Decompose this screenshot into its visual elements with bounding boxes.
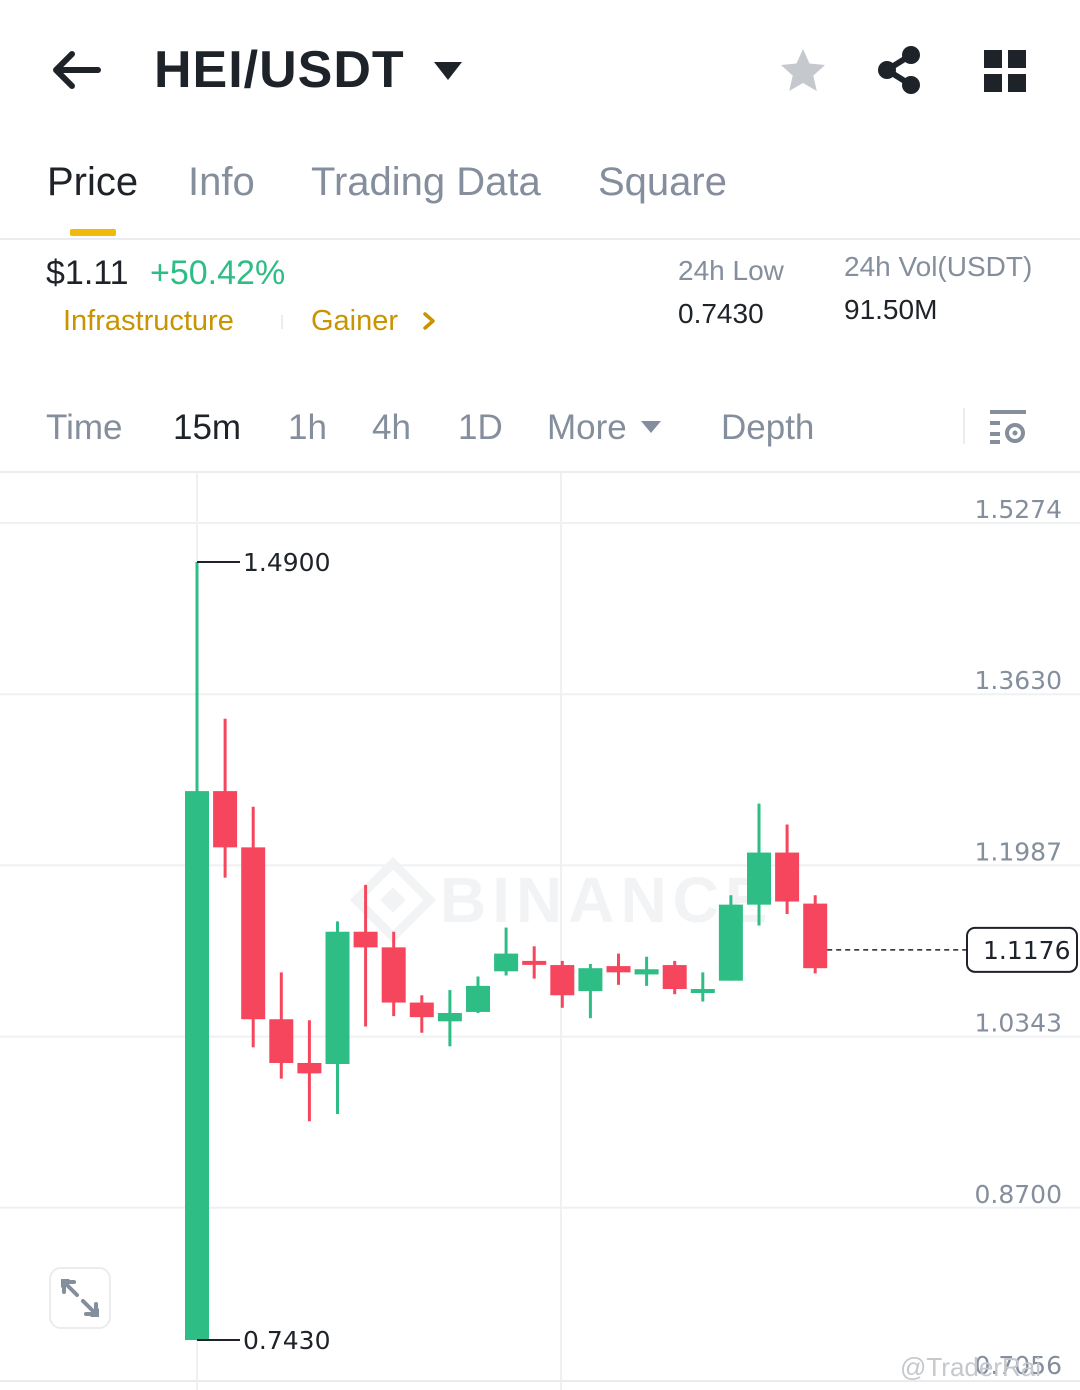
candle — [466, 976, 490, 1013]
binance-logo-icon — [349, 856, 437, 944]
y-tick-label: 1.5274 — [975, 495, 1062, 524]
candle — [550, 960, 575, 1008]
candle-body — [747, 852, 771, 905]
candle-body — [269, 1019, 294, 1063]
candle — [718, 895, 743, 981]
low-marker-label: 0.7430 — [243, 1326, 330, 1355]
candle-body — [381, 947, 406, 1003]
candle — [803, 895, 828, 974]
candle-body — [494, 953, 519, 972]
y-tick-label: 1.1987 — [975, 837, 1062, 866]
candle-body — [606, 966, 631, 973]
candle — [297, 1020, 322, 1122]
candle — [325, 921, 350, 1115]
candle-body — [690, 989, 715, 994]
candle — [437, 990, 462, 1047]
current-price-line: 1.1176 — [827, 926, 1078, 973]
candle-body — [775, 852, 800, 902]
candle-body — [353, 931, 378, 948]
candle — [185, 561, 209, 1341]
candle-body — [185, 791, 209, 1341]
candle-body — [297, 1062, 322, 1074]
candle-body — [578, 968, 603, 992]
candle-body — [213, 791, 238, 848]
candle-body — [241, 847, 266, 1020]
candle-body — [522, 960, 547, 965]
candle — [606, 953, 631, 985]
candle — [662, 960, 687, 995]
y-tick-label: 1.0343 — [975, 1009, 1062, 1038]
candle — [213, 718, 238, 878]
candle — [409, 995, 434, 1033]
candle — [241, 806, 266, 1048]
candles — [185, 561, 828, 1341]
candle-body — [550, 965, 575, 996]
binance-watermark: BINANCE — [349, 856, 768, 944]
candle-body — [466, 985, 490, 1012]
candle-body — [662, 965, 687, 990]
candle — [269, 972, 294, 1079]
candle-body — [718, 904, 743, 981]
candle-body — [437, 1012, 462, 1022]
candle — [634, 956, 659, 986]
candle-body — [803, 903, 828, 969]
candle-body — [325, 931, 350, 1065]
candle-body — [634, 969, 659, 975]
candle — [690, 972, 715, 1002]
expand-icon — [61, 1279, 99, 1317]
candle-body — [409, 1002, 434, 1018]
candle — [522, 946, 547, 979]
y-tick-label: 0.8700 — [975, 1180, 1062, 1209]
candle — [381, 931, 406, 1017]
fullscreen-button[interactable] — [49, 1267, 111, 1329]
high-marker-label: 1.4900 — [243, 548, 330, 577]
candle — [775, 824, 800, 915]
candle — [578, 964, 603, 1019]
current-price-value: 1.1176 — [983, 936, 1070, 965]
y-tick-label: 1.3630 — [975, 666, 1062, 695]
candlestick-chart[interactable]: BINANCE 1.4900 0.7430 1.1176 1.5274 1.3630… — [0, 0, 1080, 1390]
watermark-credit: @TraderRai — [900, 1352, 1042, 1382]
